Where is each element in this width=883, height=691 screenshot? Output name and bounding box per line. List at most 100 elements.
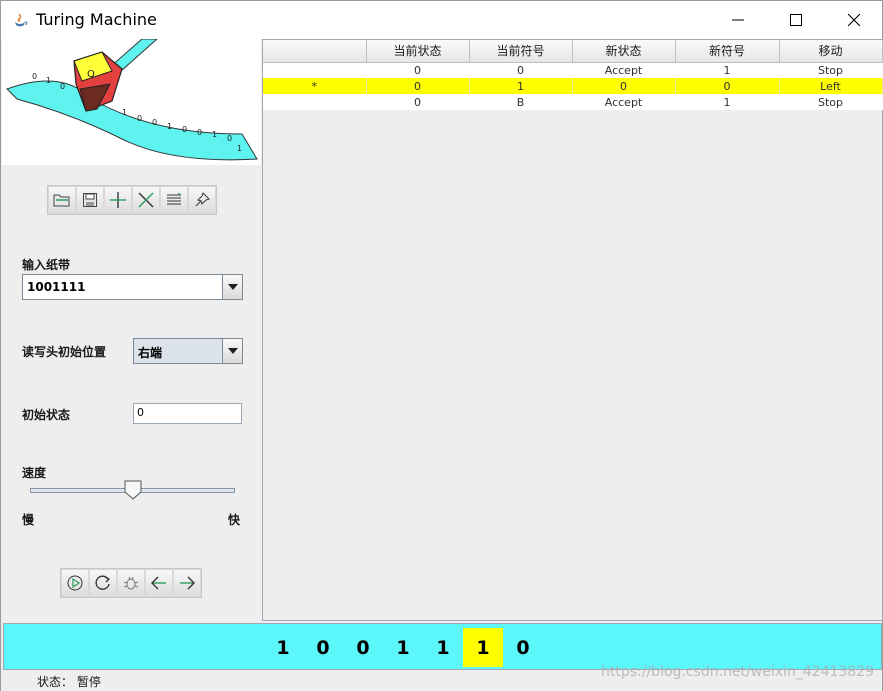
list-icon — [167, 192, 182, 205]
delete-rule-button[interactable] — [132, 186, 160, 214]
left-arrow-icon — [151, 576, 166, 590]
tape-input-label: 输入纸带 — [22, 258, 71, 272]
table-header-row: 当前状态 当前符号 新状态 新符号 移动 — [263, 40, 883, 63]
column-header[interactable]: 新状态 — [572, 40, 676, 63]
java-app-icon — [11, 11, 29, 29]
tape-input-value[interactable]: 1001111 — [27, 280, 85, 294]
tape-cell: 0 — [516, 636, 530, 659]
tape-cell: 1 — [276, 636, 290, 659]
table-cell[interactable]: Accept — [572, 62, 676, 78]
table-row-selected[interactable]: * 0 1 0 0 Left — [263, 78, 883, 94]
tape-cell: 0 — [316, 636, 330, 659]
title-bar: Turing Machine — [1, 1, 882, 39]
table-cell[interactable]: 1 — [675, 94, 780, 110]
window-title: Turing Machine — [36, 10, 157, 29]
svg-text:1: 1 — [122, 108, 127, 117]
table-cell[interactable]: 1 — [675, 62, 780, 78]
table-cell[interactable]: 0 — [572, 78, 676, 94]
run-button[interactable] — [61, 569, 89, 597]
svg-text:0: 0 — [152, 118, 157, 127]
head-position-label: 读写头初始位置 — [22, 345, 107, 359]
pin-icon — [195, 192, 210, 207]
status-text: 状态： 暂停 — [37, 675, 101, 689]
right-arrow-icon — [180, 576, 195, 590]
tape-cell: 0 — [356, 636, 370, 659]
head-position-value: 右端 — [138, 346, 163, 360]
table-cell[interactable]: Left — [779, 78, 883, 94]
table-cell[interactable]: 0 — [469, 62, 573, 78]
svg-text:1: 1 — [237, 144, 242, 153]
svg-text:0: 0 — [32, 72, 37, 81]
column-header[interactable]: 当前符号 — [469, 40, 573, 63]
table-row[interactable]: 0 B Accept 1 Stop — [263, 94, 883, 110]
delete-icon — [138, 192, 154, 208]
head-position-select[interactable]: 右端 — [133, 338, 243, 364]
chevron-down-icon — [227, 348, 238, 354]
column-header[interactable]: 当前状态 — [366, 40, 470, 63]
svg-text:1: 1 — [167, 122, 172, 131]
column-header[interactable]: 新符号 — [675, 40, 780, 63]
svg-text:0: 0 — [137, 114, 142, 123]
head-dropdown-button[interactable] — [222, 339, 242, 363]
table-cell[interactable]: Stop — [779, 94, 883, 110]
list-button[interactable] — [160, 186, 188, 214]
debug-icon — [123, 576, 139, 590]
close-button[interactable] — [825, 1, 883, 39]
minimize-button[interactable] — [709, 1, 767, 39]
column-header[interactable]: 移动 — [779, 40, 883, 63]
table-cell[interactable]: 0 — [675, 78, 780, 94]
step-left-button[interactable] — [145, 569, 173, 597]
table-cell[interactable]: Stop — [779, 62, 883, 78]
add-icon — [110, 192, 126, 208]
tape-dropdown-button[interactable] — [222, 275, 242, 299]
reset-icon — [95, 575, 111, 590]
app-window: Turing Machine 010 100 100 101 Q 输入纸带 10… — [0, 0, 883, 691]
table-cell[interactable] — [263, 62, 367, 78]
svg-text:0: 0 — [182, 125, 187, 134]
svg-text:1: 1 — [46, 76, 51, 85]
rules-table: 当前状态 当前符号 新状态 新符号 移动 0 0 Accept 1 Stop *… — [263, 40, 883, 110]
table-cell[interactable]: 0 — [366, 62, 470, 78]
turing-machine-logo: 010 100 100 101 Q — [2, 39, 261, 165]
column-header[interactable] — [263, 40, 367, 63]
add-rule-button[interactable] — [104, 186, 132, 214]
initial-state-label: 初始状态 — [22, 408, 71, 422]
svg-text:0: 0 — [197, 128, 202, 137]
debug-button[interactable] — [117, 569, 145, 597]
fast-label: 快 — [228, 513, 241, 527]
table-cell[interactable]: 0 — [366, 94, 470, 110]
rules-table-panel: 当前状态 当前符号 新状态 新符号 移动 0 0 Accept 1 Stop *… — [262, 39, 883, 621]
table-cell[interactable]: 1 — [469, 78, 573, 94]
speed-slider-thumb[interactable] — [124, 480, 142, 500]
maximize-button[interactable] — [767, 1, 825, 39]
svg-text:0: 0 — [227, 134, 232, 143]
control-panel: 010 100 100 101 Q 输入纸带 1001111 读写头初始位置 右… — [2, 39, 261, 620]
tape-cell: 1 — [396, 636, 410, 659]
tape-display: 1 0 0 1 1 1 0 — [3, 623, 882, 670]
tape-input-combobox[interactable]: 1001111 — [22, 274, 243, 300]
save-icon — [83, 193, 97, 207]
open-button[interactable] — [48, 186, 76, 214]
table-cell[interactable]: * — [263, 78, 367, 94]
tape-cell-head: 1 — [463, 628, 503, 667]
table-row[interactable]: 0 0 Accept 1 Stop — [263, 62, 883, 78]
tape-cell: 1 — [436, 636, 450, 659]
play-icon — [67, 575, 83, 591]
table-cell[interactable]: Accept — [572, 94, 676, 110]
svg-text:0: 0 — [60, 82, 65, 91]
table-cell[interactable] — [263, 94, 367, 110]
step-right-button[interactable] — [173, 569, 201, 597]
table-cell[interactable]: B — [469, 94, 573, 110]
pin-button[interactable] — [188, 186, 216, 214]
svg-text:1: 1 — [212, 130, 217, 139]
speed-label: 速度 — [22, 466, 47, 480]
table-cell[interactable]: 0 — [366, 78, 470, 94]
reset-button[interactable] — [89, 569, 117, 597]
initial-state-input[interactable]: 0 — [133, 403, 242, 424]
save-button[interactable] — [76, 186, 104, 214]
svg-text:Q: Q — [87, 69, 95, 80]
open-icon — [53, 194, 70, 207]
chevron-down-icon — [227, 284, 238, 290]
watermark: https://blog.csdn.net/weixin_42413829 — [601, 664, 875, 680]
file-toolbar — [47, 185, 217, 215]
